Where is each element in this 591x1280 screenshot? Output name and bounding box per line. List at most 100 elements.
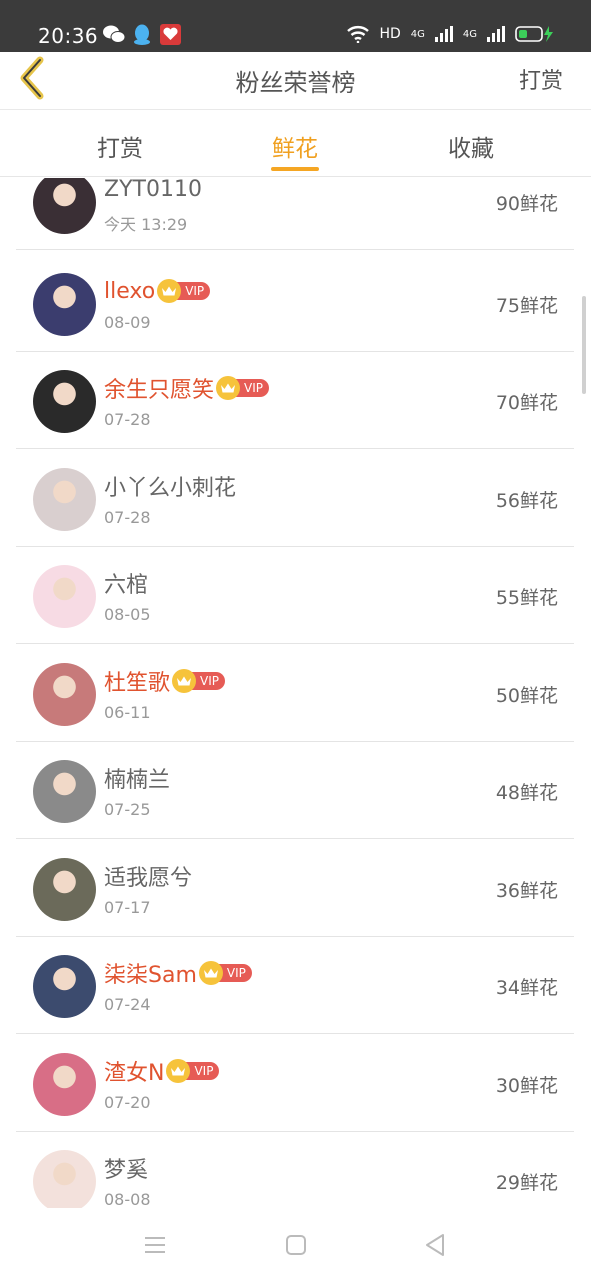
fan-list-item[interactable]: 渣女N VIP 07-20 30鲜花 [16,1035,574,1132]
avatar[interactable] [33,955,96,1018]
flower-count: 70鲜花 [495,392,558,414]
fan-date: 07-28 [104,410,151,429]
back-nav-button[interactable] [422,1232,448,1258]
scrollbar[interactable] [582,296,586,394]
flower-count: 30鲜花 [495,1075,558,1097]
signal-1-label: 4G [410,28,425,40]
fan-name: 梦奚 [104,1158,149,1183]
fan-list-item[interactable]: 杜笙歌 VIP 06-11 50鲜花 [16,645,574,742]
name-line: 小丫么小刺花 [104,471,236,501]
tab-flowers[interactable]: 鲜花 [235,129,355,163]
crown-icon [172,669,197,693]
page-title: 粉丝荣誉榜 [235,69,356,97]
home-button[interactable] [283,1232,309,1258]
fan-list-item[interactable]: 柒柒Sam VIP 07-24 34鲜花 [16,937,574,1034]
avatar[interactable] [33,565,96,628]
flower-count: 29鲜花 [495,1172,558,1194]
wechat-icon [103,24,126,46]
fan-list-item[interactable]: llexo VIP 08-09 75鲜花 [16,255,574,352]
triangle-back-icon [426,1234,444,1256]
tab-favorites[interactable]: 收藏 [411,129,531,163]
fan-date: 07-20 [104,1093,151,1112]
crown-icon [198,961,223,985]
fan-name: 杜笙歌 [104,671,171,696]
avatar[interactable] [33,1053,96,1116]
vip-badge: VIP [216,376,269,400]
hd-label: HD [379,26,401,42]
signal-2-icon [487,26,505,42]
menu-icon [145,1237,165,1253]
name-line: 柒柒Sam VIP [104,958,252,988]
wifi-icon [347,26,370,43]
reward-button[interactable]: 打赏 [519,63,563,95]
fan-name: 余生只愿笑 [104,378,215,403]
app-notification-icon [160,24,181,46]
vip-badge: VIP [157,279,211,303]
home-icon [286,1235,306,1255]
name-line: 楠楠兰 [104,763,170,793]
fan-list-item[interactable]: 楠楠兰 07-25 48鲜花 [16,742,574,839]
vip-badge: VIP [166,1059,220,1083]
fan-list-item[interactable]: 梦奚 08-08 29鲜花 [16,1132,574,1208]
avatar[interactable] [33,178,96,234]
flower-count: 48鲜花 [495,782,558,804]
name-line: 梦奚 [104,1153,148,1183]
tab-reward[interactable]: 打赏 [60,129,180,163]
flower-count: 50鲜花 [495,685,558,707]
avatar[interactable] [33,858,96,921]
fan-date: 08-08 [104,1190,151,1208]
fan-list-item[interactable]: ZYT0110 今天 13:29 90鲜花 [16,178,574,250]
name-line: 杜笙歌 VIP [104,666,225,696]
tab-bar: 打赏 鲜花 收藏 [0,111,591,177]
fan-name: 楠楠兰 [104,768,171,793]
avatar[interactable] [33,760,96,823]
status-time: 20:36 [38,24,99,48]
vip-badge: VIP [172,669,225,693]
signal-1-icon [434,26,453,42]
fan-name: ZYT0110 [104,178,202,202]
fan-date: 今天 13:29 [104,215,188,234]
fan-date: 07-24 [104,995,151,1014]
crown-icon [216,376,241,400]
fan-date: 08-09 [104,313,151,332]
fan-name: 小丫么小刺花 [104,476,237,501]
flower-count: 75鲜花 [495,295,558,317]
fan-date: 07-28 [104,508,151,527]
signal-2-label: 4G [462,28,477,40]
flower-count: 56鲜花 [495,490,558,512]
name-line: ZYT0110 [104,178,202,204]
qq-icon [133,24,151,46]
crown-icon [157,279,182,303]
active-tab-indicator [271,167,319,171]
fan-name: llexo [104,278,156,304]
flower-count: 34鲜花 [495,977,558,999]
avatar[interactable] [33,370,96,433]
fan-date: 08-05 [104,605,151,624]
name-line: llexo VIP [104,276,211,306]
fan-ranking-list: ZYT0110 今天 13:29 90鲜花 llexo VIP 08-09 75鲜花 余生只愿… [0,178,591,1208]
status-bar: 20:36 HD 4G 4G [0,0,591,52]
menu-button[interactable] [142,1232,168,1258]
name-line: 适我愿兮 [104,861,192,891]
avatar[interactable] [33,1150,96,1208]
avatar[interactable] [33,663,96,726]
fan-list-item[interactable]: 小丫么小刺花 07-28 56鲜花 [16,450,574,547]
status-icons: HD 4G 4G [347,25,555,43]
avatar[interactable] [33,273,96,336]
fan-date: 06-11 [104,703,151,722]
fan-list-item[interactable]: 六棺 08-05 55鲜花 [16,547,574,644]
flower-count: 55鲜花 [495,587,558,609]
fan-name: 适我愿兮 [104,866,193,891]
fan-list-item[interactable]: 适我愿兮 07-17 36鲜花 [16,840,574,937]
navigation-bar: 粉丝荣誉榜 打赏 [0,52,591,110]
fan-date: 07-25 [104,800,151,819]
name-line: 余生只愿笑 VIP [104,373,269,403]
flower-count: 90鲜花 [495,193,558,215]
avatar[interactable] [33,468,96,531]
name-line: 六棺 [104,568,148,598]
vip-badge: VIP [198,961,252,985]
fan-list-item[interactable]: 余生只愿笑 VIP 07-28 70鲜花 [16,352,574,449]
battery-icon [515,26,553,42]
fan-name: 六棺 [104,573,149,598]
fan-date: 07-17 [104,898,151,917]
